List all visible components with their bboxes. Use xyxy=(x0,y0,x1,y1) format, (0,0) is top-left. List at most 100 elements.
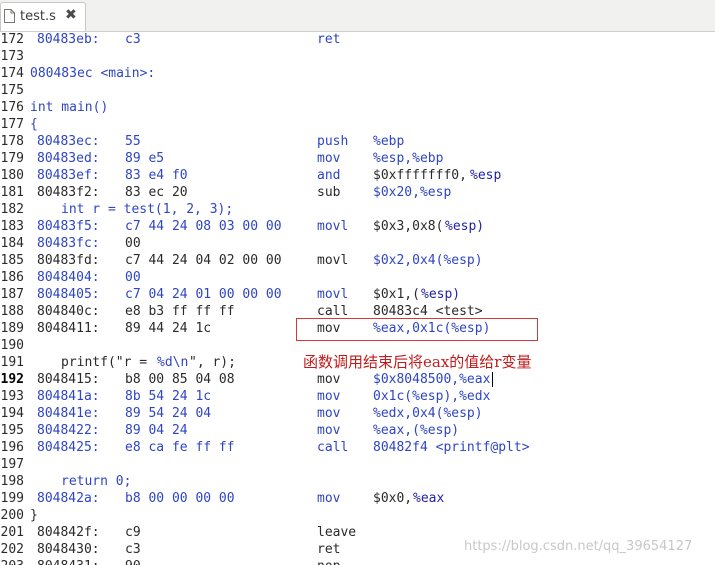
tab-title: test.s xyxy=(20,9,56,24)
code-token: 8048405: xyxy=(37,287,100,302)
code-line[interactable]: 198 return 0; xyxy=(0,473,715,490)
code-line[interactable]: 177 { xyxy=(0,116,715,133)
code-token: e8 b3 ff ff ff xyxy=(125,304,235,319)
watermark: https://blog.csdn.net/qq_39654127 xyxy=(464,539,693,554)
code-token: $0x1,( xyxy=(373,287,420,302)
code-token: 804841a: xyxy=(37,389,100,404)
code-token: %edx,0x4(%esp) xyxy=(373,406,483,421)
code-line[interactable]: 173 xyxy=(0,48,715,65)
code-line[interactable]: 178 80483ec: 55 push %ebp xyxy=(0,133,715,150)
line-number: 192 xyxy=(0,372,24,387)
highlight-box xyxy=(296,318,538,341)
code-token: mov xyxy=(317,372,341,387)
code-token: ret xyxy=(317,32,341,47)
code-token: sub xyxy=(317,185,341,200)
code-token: int main() xyxy=(30,100,109,115)
code-line[interactable]: 200} xyxy=(0,507,715,524)
code-token: 8048431: xyxy=(37,558,100,565)
code-token: int r = test(1, 2, 3); xyxy=(61,202,234,217)
code-token: ret xyxy=(317,542,341,557)
code-line[interactable]: 186 8048404: 00 xyxy=(0,269,715,286)
code-token: printf("r = xyxy=(61,355,155,370)
code-token: 89 04 24 xyxy=(125,423,188,438)
code-token: and xyxy=(317,168,341,183)
code-line[interactable]: 174 080483ec <main>: xyxy=(0,65,715,82)
line-number: 183 xyxy=(0,219,24,234)
line-number: 186 xyxy=(0,270,24,285)
line-number: 187 xyxy=(0,287,24,302)
line-number: 173 xyxy=(0,49,24,64)
code-token: ", r); xyxy=(189,355,236,370)
code-token: 80483fc: xyxy=(37,236,100,251)
code-line[interactable]: 172 80483eb: c3 ret xyxy=(0,31,715,48)
code-token: 8b 54 24 1c xyxy=(125,389,212,404)
code-line[interactable]: 179 80483ed: 89 e5 mov %esp,%ebp xyxy=(0,150,715,167)
line-number: 182 xyxy=(0,202,24,217)
code-line[interactable]: 183 80483f5: c7 44 24 08 03 00 00 movl $0x3,… xyxy=(0,218,715,235)
code-line[interactable]: 180 80483ef: 83 e4 f0 and $0xfffffff0, %esp xyxy=(0,167,715,184)
code-line[interactable]: 192 8048415: b8 00 85 04 08 mov $0x8048500,%… xyxy=(0,371,715,388)
code-token: $0x0, xyxy=(373,491,413,506)
code-token: push xyxy=(317,134,349,149)
code-token: movl xyxy=(317,287,349,302)
code-token: 080483ec <main>: xyxy=(30,66,156,81)
code-line[interactable]: 182 int r = test(1, 2, 3); xyxy=(0,201,715,218)
code-token: 83 ec 20 xyxy=(125,185,188,200)
code-line[interactable]: 185 80483fd: c7 44 24 04 02 00 00 movl $0x2,… xyxy=(0,252,715,269)
code-line[interactable]: 203 8048431: 90 nop xyxy=(0,558,715,565)
code-line[interactable]: 193 804841a: 8b 54 24 1c mov 0x1c(%esp),%edx xyxy=(0,388,715,405)
code-line[interactable]: 175 xyxy=(0,82,715,99)
code-token: b8 00 00 00 00 xyxy=(125,491,235,506)
code-token: %eax xyxy=(413,491,445,506)
code-line[interactable]: 196 8048425: e8 ca fe ff ff call 80482f4 <pr… xyxy=(0,439,715,456)
line-number: 203 xyxy=(0,558,24,565)
code-token: e8 ca fe ff ff xyxy=(125,440,235,455)
code-token: 80483eb: xyxy=(37,32,100,47)
code-token: 80483ef: xyxy=(37,168,100,183)
tab-test-s[interactable]: test.s ✖ xyxy=(0,2,86,31)
code-token: %ebp xyxy=(373,134,405,149)
line-number: 178 xyxy=(0,134,24,149)
code-token: 00 xyxy=(125,236,141,251)
line-number: 191 xyxy=(0,355,24,370)
code-line[interactable]: 197 xyxy=(0,456,715,473)
line-number: 179 xyxy=(0,151,24,166)
code-token: mov xyxy=(317,389,341,404)
close-icon[interactable]: ✖ xyxy=(65,7,77,23)
code-token: 804840c: xyxy=(37,304,100,319)
line-number: 177 xyxy=(0,117,24,132)
line-number: 181 xyxy=(0,185,24,200)
line-number: 175 xyxy=(0,83,24,98)
code-token: 55 xyxy=(125,134,141,149)
annotation-note: 函数调用结束后将eax的值给r变量 xyxy=(303,353,532,371)
line-number: 196 xyxy=(0,440,24,455)
code-token: return 0; xyxy=(61,474,132,489)
code-token: $0x8048500,%eax xyxy=(373,372,491,387)
code-token: mov xyxy=(317,491,341,506)
code-token: 90 xyxy=(125,558,141,565)
tab-bar: test.s ✖ xyxy=(0,0,715,32)
code-token: 0x1c(%esp),%edx xyxy=(373,389,491,404)
code-token: 8048425: xyxy=(37,440,100,455)
code-line[interactable]: 199 804842a: b8 00 00 00 00 mov $0x0, %eax xyxy=(0,490,715,507)
line-number: 188 xyxy=(0,304,24,319)
code-token: 80482f4 <printf@plt> xyxy=(373,440,530,455)
line-number: 200 xyxy=(0,508,24,523)
code-line[interactable]: 187 8048405: c7 04 24 01 00 00 00 movl $0x1,… xyxy=(0,286,715,303)
code-token: 80483ec: xyxy=(37,134,100,149)
code-token: 83 e4 f0 xyxy=(125,168,188,183)
code-token: c9 xyxy=(125,525,141,540)
line-number: 193 xyxy=(0,389,24,404)
code-token: %esp,%ebp xyxy=(373,151,444,166)
code-line[interactable]: 181 80483f2: 83 ec 20 sub $0x20,%esp xyxy=(0,184,715,201)
code-line[interactable]: 176 int main() xyxy=(0,99,715,116)
code-line[interactable]: 194 804841e: 89 54 24 04 mov %edx,0x4(%esp) xyxy=(0,405,715,422)
code-editor[interactable]: 172 80483eb: c3 ret 173 174 080483ec <main>: 17… xyxy=(0,31,715,565)
code-token: %eax,(%esp) xyxy=(373,423,460,438)
code-line[interactable]: 195 8048422: 89 04 24 mov %eax,(%esp) xyxy=(0,422,715,439)
code-line[interactable]: 184 80483fc: 00 xyxy=(0,235,715,252)
code-token: movl xyxy=(317,253,349,268)
code-token: 804842f: xyxy=(37,525,100,540)
code-token: $0xfffffff0, xyxy=(373,168,467,183)
code-token: c7 04 24 01 00 00 00 xyxy=(125,287,282,302)
